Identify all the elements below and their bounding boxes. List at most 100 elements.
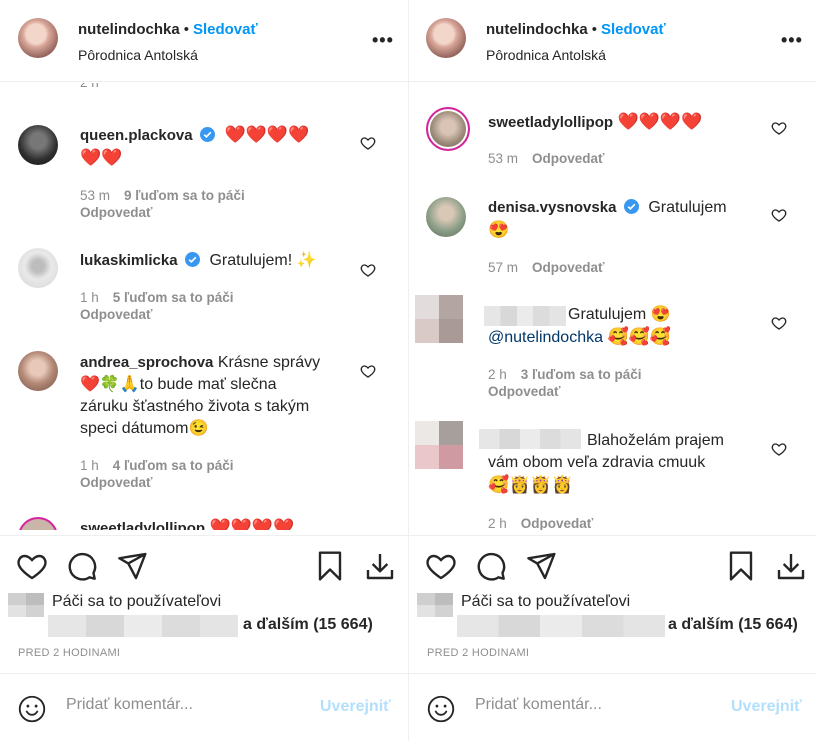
commenter-username[interactable]: sweetladylollipop [488,114,613,131]
post-actions: Páči sa to používateľovi a ďalším (15 66… [409,535,816,673]
follow-button[interactable]: Sledovať [601,21,666,38]
comment-icon[interactable] [66,550,98,582]
comment-time: 2 h [488,367,507,382]
comment-input[interactable] [66,696,306,714]
comment-text: Krásne správy [217,354,321,371]
location-link[interactable]: Pôrodnica Antolská [78,47,198,63]
more-icon[interactable]: ••• [781,30,803,51]
download-icon[interactable] [775,550,807,582]
small-heart-icon[interactable] [360,262,376,278]
post-panel-right: nutelindochka • Sledovať Pôrodnica Antolsk… [408,0,816,741]
share-icon[interactable] [116,550,148,582]
comment-time: 2 h [488,516,507,530]
small-heart-icon[interactable] [771,207,787,223]
owner-username[interactable]: nutelindochka [486,21,588,38]
reply-button[interactable]: Odpovedať [521,516,593,530]
post-comment-button[interactable]: Uverejniť [320,698,391,716]
commenter-username[interactable]: lukaskimlicka [80,252,178,269]
add-comment-bar: Uverejniť [0,673,408,741]
comment-text: Gratulujem [648,199,727,216]
reply-button[interactable]: Odpovedať [488,383,560,400]
liked-by-text: Páči sa to používateľovi [461,593,631,610]
share-icon[interactable] [525,550,557,582]
comment-time: 53 m [488,151,519,166]
comment-text-line4: speci dátumom😉 [80,420,209,437]
verified-icon [185,252,201,267]
commenter-username[interactable]: denisa.vysnovska [488,199,616,216]
post-actions: Páči sa to používateľovi a ďalším (15 66… [0,535,408,673]
comment-text-line3: 🥰👸👸👸 [488,475,573,494]
commenter-avatar[interactable] [426,107,470,151]
owner-avatar[interactable] [18,18,58,58]
liked-count[interactable]: a ďalším (15 664) [668,616,798,634]
emoji-icon[interactable] [18,695,46,723]
small-heart-icon[interactable] [771,441,787,457]
commenter-username-redacted [479,429,581,449]
follow-button[interactable]: Sledovať [193,21,258,38]
add-comment-bar: Uverejniť [409,673,816,741]
commenter-avatar-redacted[interactable] [415,421,463,469]
comment-likes[interactable]: 3 ľuďom sa to páči [521,367,642,382]
more-icon[interactable]: ••• [372,30,394,51]
comment-likes[interactable]: 9 ľuďom sa to páči [124,188,245,203]
comment-text: ❤️❤️❤️❤️ [209,518,295,530]
comment-likes[interactable]: 5 ľuďom sa to páči [113,290,234,305]
commenter-avatar[interactable] [18,517,58,530]
post-header: nutelindochka • Sledovať Pôrodnica Antolsk… [0,0,408,82]
small-heart-icon[interactable] [360,135,376,151]
comment-text: Blahoželám prajem [587,432,724,449]
liker-avatar[interactable] [8,593,44,617]
commenter-avatar[interactable] [18,248,58,288]
liker-avatar[interactable] [417,593,453,617]
liker-username-redacted [457,615,665,637]
commenter-avatar-redacted[interactable] [415,295,463,343]
post-timestamp[interactable]: PRED 2 HODINAMI [18,647,120,659]
post-comment-button[interactable]: Uverejniť [731,698,802,716]
commenter-avatar[interactable] [18,351,58,391]
comment-text-cont: 🥰🥰🥰 [607,327,671,346]
reply-button[interactable]: Odpovedať [532,151,604,166]
reply-button[interactable]: Odpovedať [532,260,604,275]
small-heart-icon[interactable] [771,120,787,136]
comment-text-line3: záruku šťastného života s takým [80,398,310,415]
liked-count[interactable]: a ďalším (15 664) [243,616,373,634]
heart-icon[interactable] [425,550,457,582]
comment-likes[interactable]: 4 ľuďom sa to páči [113,458,234,473]
commenter-username[interactable]: sweetladylollipop [80,520,205,530]
location-link[interactable]: Pôrodnica Antolská [486,47,606,63]
mention-link[interactable]: @nutelindochka [488,329,603,346]
comment-icon[interactable] [475,550,507,582]
verified-icon [200,127,215,142]
commenter-avatar[interactable] [426,197,466,237]
comment-input[interactable] [475,696,715,714]
commenter-username[interactable]: queen.plackova [80,127,193,144]
commenter-username[interactable]: andrea_sprochova [80,354,213,371]
post-timestamp[interactable]: PRED 2 HODINAMI [427,647,529,659]
comment-time: 1 h [80,458,99,473]
emoji-icon[interactable] [427,695,455,723]
owner-username[interactable]: nutelindochka [78,21,180,38]
reply-button[interactable]: Odpovedať [80,474,152,491]
small-heart-icon[interactable] [360,363,376,379]
post-panel-left: nutelindochka • Sledovať Pôrodnica Antolsk… [0,0,408,741]
comment-time: 57 m [488,260,519,275]
comment-text: ❤️❤️❤️❤️ [617,112,703,131]
reply-button[interactable]: Odpovedať [80,306,152,323]
download-icon[interactable] [364,550,396,582]
comment-text: Gratulujem 😍 [568,306,671,323]
small-heart-icon[interactable] [771,315,787,331]
owner-avatar[interactable] [426,18,466,58]
comment-text-cont: 😍 [488,220,510,239]
comment-time: 1 h [80,290,99,305]
reply-button[interactable]: Odpovedať [80,204,152,221]
bookmark-icon[interactable] [314,550,346,582]
post-header: nutelindochka • Sledovať Pôrodnica Antolsk… [409,0,816,82]
comment-meta-partial: 2 h [80,83,113,91]
comment-text: Gratulujem! ✨ [209,252,317,269]
commenter-avatar[interactable] [18,125,58,165]
comments-list: 2 h queen.plackova ❤️❤️❤️❤️ ❤️❤️ 53 m 9 ľ… [0,83,408,530]
liked-by-text: Páči sa to používateľovi [52,593,222,610]
heart-icon[interactable] [16,550,48,582]
commenter-username-redacted [484,306,566,326]
bookmark-icon[interactable] [725,550,757,582]
